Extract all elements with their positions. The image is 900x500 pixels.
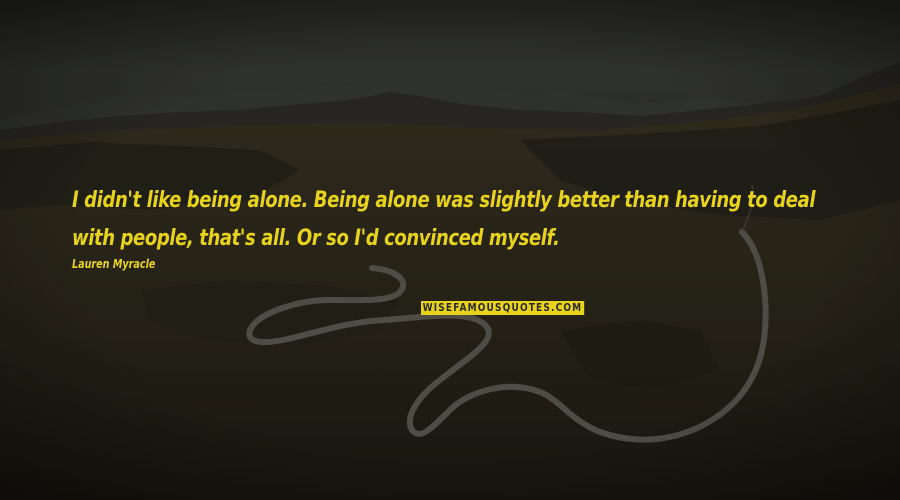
quote-author: Lauren Myracle bbox=[72, 257, 156, 271]
watermark-badge: WISEFAMOUSQUOTES.COM bbox=[421, 301, 584, 315]
watermark-text: WISEFAMOUSQUOTES.COM bbox=[422, 301, 583, 314]
quote-text: I didn't like being alone. Being alone w… bbox=[72, 188, 816, 251]
quote-card: I didn't like being alone. Being alone w… bbox=[0, 0, 900, 500]
